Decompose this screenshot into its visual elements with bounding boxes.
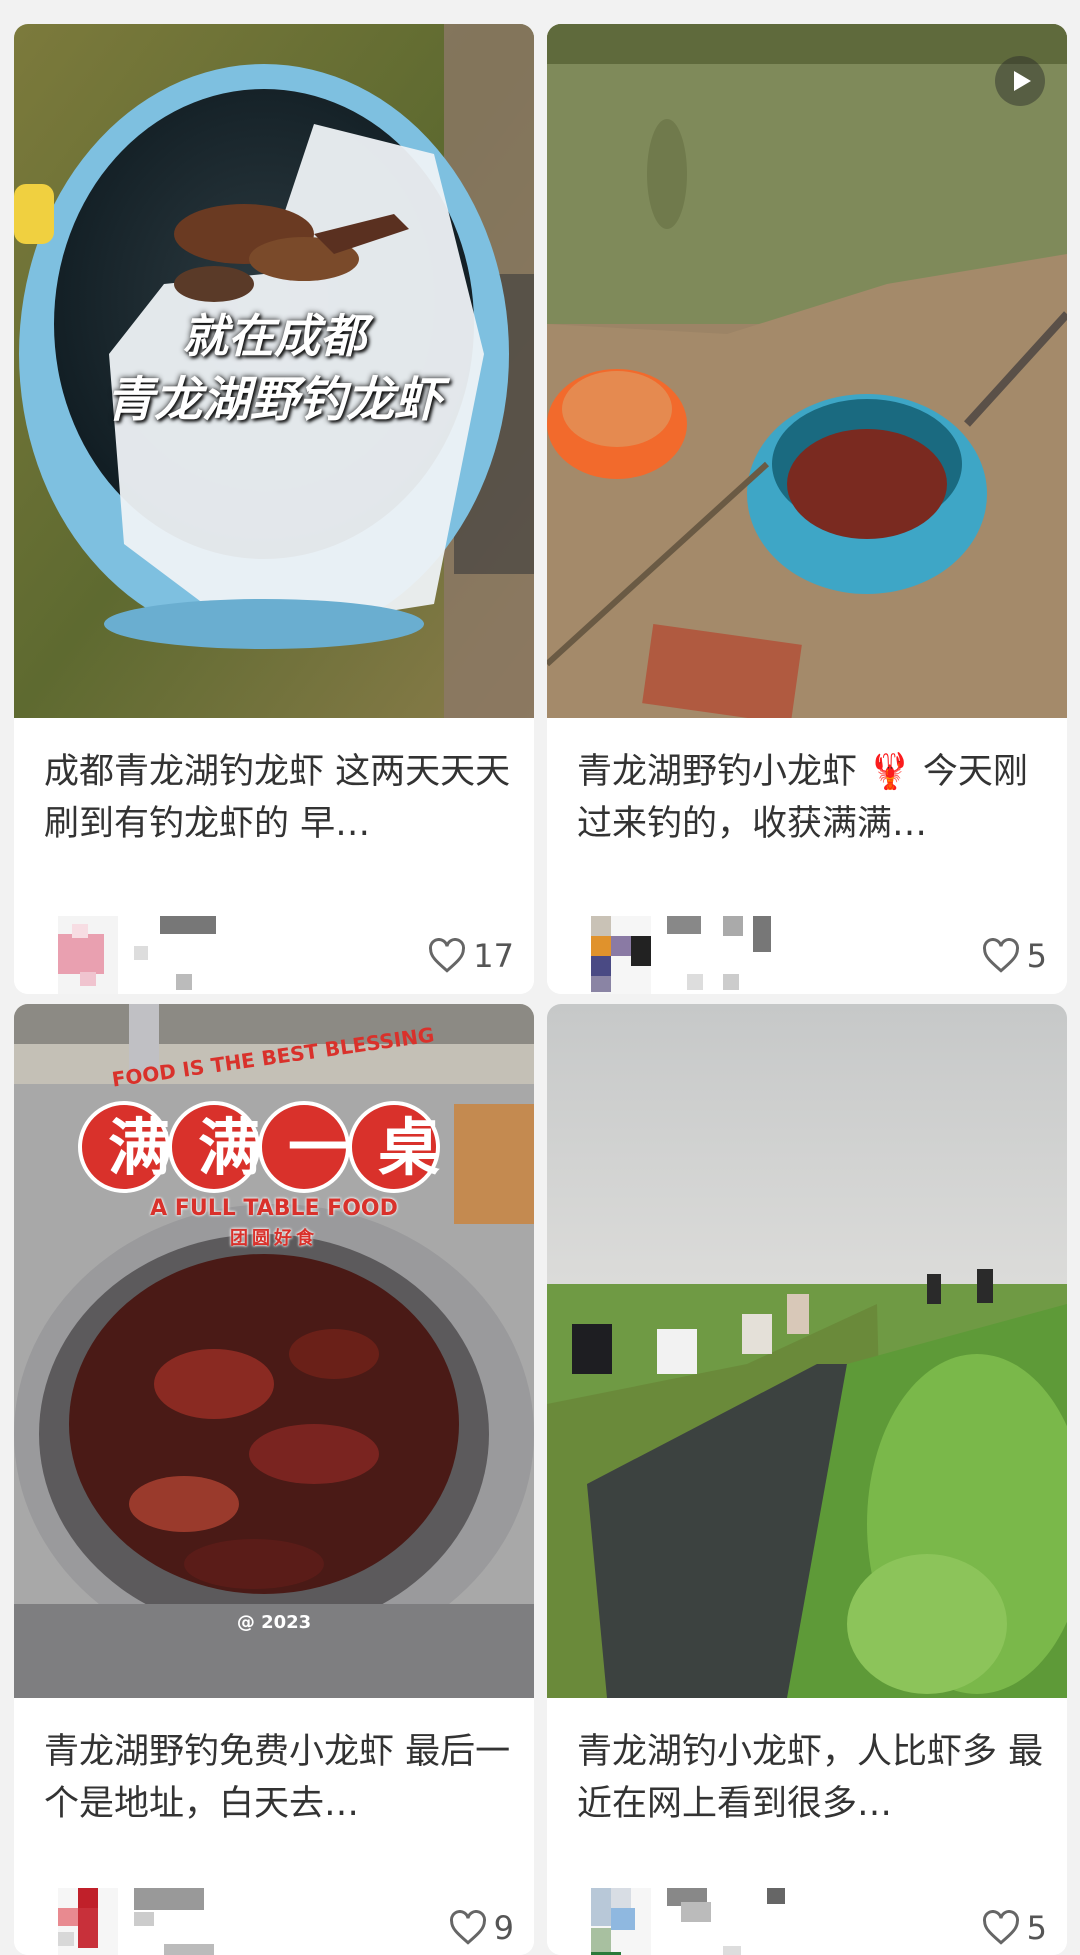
like-counter[interactable]: 5 [981,934,1047,978]
author-name-blurred[interactable] [667,1888,817,1955]
note-card[interactable]: FOOD IS THE BEST BLESSING 满满一桌 A FULL TA… [14,1004,534,1955]
heart-icon[interactable] [448,1910,488,1946]
sticker-cn-text: 团圆好食 [230,1228,318,1249]
author-name-blurred[interactable] [667,916,817,994]
note-title[interactable]: 成都青龙湖钓龙虾 这两天天天刷到有钓龙虾的 早… [44,746,514,850]
note-card[interactable]: 青龙湖野钓小龙虾 🦞 今天刚过来钓的，收获满满… 5 [547,24,1067,994]
note-card-body: 青龙湖钓小龙虾，人比虾多 最近在网上看到很多… 5 [547,1698,1067,1955]
like-count: 9 [493,1909,514,1947]
sticker-sub-text: A FULL TABLE FOOD [150,1196,398,1221]
pond-bucket-photo [547,24,1067,718]
avatar[interactable] [58,1888,118,1955]
sticker-main-text: 满满一桌 [107,1111,468,1184]
author-row: 5 [577,916,1047,994]
note-card-body: 成都青龙湖钓龙虾 这两天天天刷到有钓龙虾的 早… 17 [14,718,534,994]
note-cover-image[interactable] [547,24,1067,718]
crayfish-sink-photo: FOOD IS THE BEST BLESSING [14,1004,534,1698]
note-card[interactable]: 青龙湖钓小龙虾，人比虾多 最近在网上看到很多… 5 [547,1004,1067,1955]
like-counter[interactable]: 17 [427,934,514,978]
like-counter[interactable]: 9 [448,1906,514,1950]
author-name-blurred[interactable] [134,916,284,994]
cover-overlay-line2: 青龙湖野钓龙虾 [105,372,442,428]
sticker-year-text: @ 2023 [236,1612,312,1633]
ditch-fishing-people-photo [547,1004,1067,1698]
note-feed: 就在成都 青龙湖野钓龙虾 成都青龙湖钓龙虾 这两天天天刷到有钓龙虾的 早… 17… [0,0,1080,1955]
avatar[interactable] [591,916,651,994]
cover-overlay-line1: 就在成都 [182,309,366,363]
author-row: 17 [44,916,514,994]
author-row: 9 [44,1888,514,1955]
like-count: 17 [473,937,514,975]
note-cover-image[interactable] [547,1004,1067,1698]
author-row: 5 [577,1888,1047,1955]
heart-icon[interactable] [981,1910,1021,1946]
note-cover-image[interactable]: 就在成都 青龙湖野钓龙虾 [14,24,534,718]
avatar[interactable] [58,916,118,994]
author-name-blurred[interactable] [134,1888,284,1955]
note-title[interactable]: 青龙湖野钓小龙虾 🦞 今天刚过来钓的，收获满满… [577,746,1047,850]
note-title[interactable]: 青龙湖钓小龙虾，人比虾多 最近在网上看到很多… [577,1726,1047,1830]
note-card-body: 青龙湖野钓免费小龙虾 最后一个是地址，白天去… 9 [14,1698,534,1955]
like-count: 5 [1026,1909,1047,1947]
play-icon [995,56,1045,106]
note-card[interactable]: 就在成都 青龙湖野钓龙虾 成都青龙湖钓龙虾 这两天天天刷到有钓龙虾的 早… 17 [14,24,534,994]
note-cover-image[interactable]: FOOD IS THE BEST BLESSING 满满一桌 A FULL TA… [14,1004,534,1698]
note-card-body: 青龙湖野钓小龙虾 🦞 今天刚过来钓的，收获满满… 5 [547,718,1067,994]
note-title[interactable]: 青龙湖野钓免费小龙虾 最后一个是地址，白天去… [44,1726,514,1830]
heart-icon[interactable] [427,938,467,974]
like-count: 5 [1026,937,1047,975]
heart-icon[interactable] [981,938,1021,974]
avatar[interactable] [591,1888,651,1955]
like-counter[interactable]: 5 [981,1906,1047,1950]
